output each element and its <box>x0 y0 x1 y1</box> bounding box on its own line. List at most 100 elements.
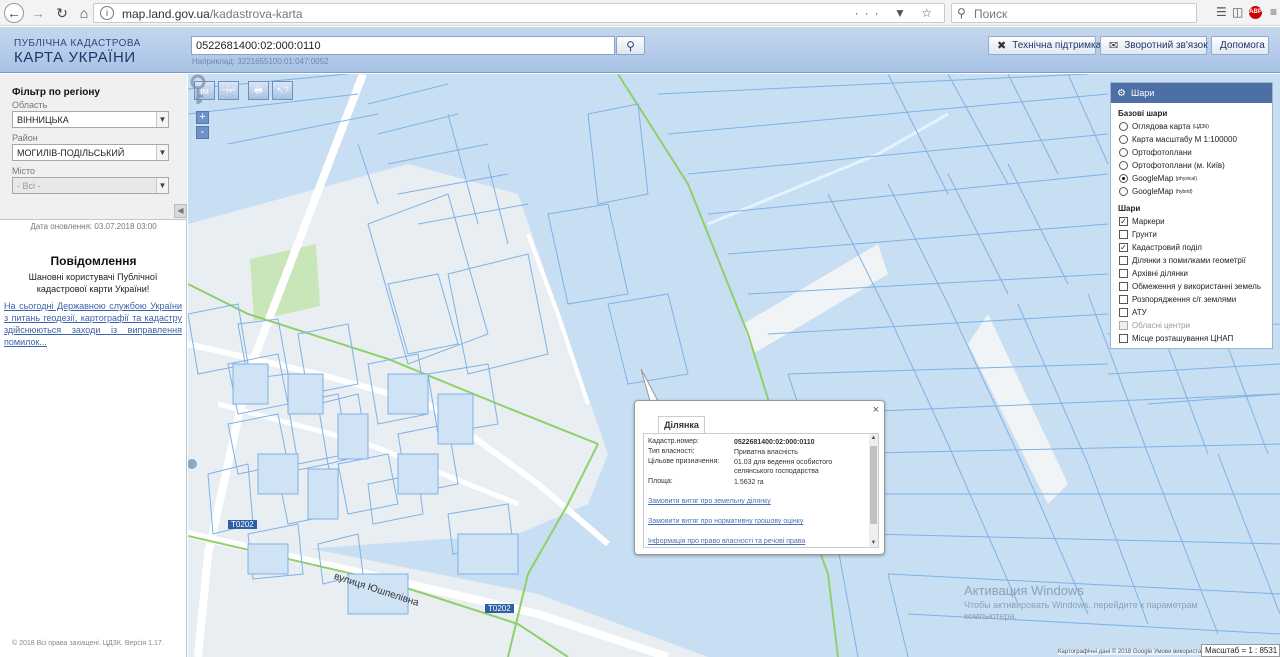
parcel-info: Кадастр.номер: 0522681400:02:000:0110 Тип… <box>643 433 879 548</box>
base-layer-orthophoto[interactable]: Ортофотоплани <box>1111 146 1272 159</box>
layer-regional-centers: Обласні центри <box>1111 319 1272 332</box>
oblast-label: Область <box>12 100 48 110</box>
search-example: Наприклад: 3221655100:01:047:0052 <box>192 57 329 66</box>
zoom-out-button[interactable]: - <box>196 126 209 139</box>
windows-activation-body: Чтобы активировать Windows, перейдите к … <box>964 600 1198 621</box>
measure-area-button[interactable]: ⊣↵ <box>218 81 239 100</box>
forward-button[interactable]: → <box>28 3 48 23</box>
help-button[interactable]: Допомога <box>1211 36 1269 55</box>
scroll-up-icon[interactable]: ▲ <box>869 435 878 441</box>
home-icon: ⌂ <box>79 5 89 21</box>
layer-agri-disposal[interactable]: Розпорядження с/г землями <box>1111 293 1272 306</box>
chevron-down-icon: ▼ <box>156 145 168 160</box>
browser-search-input[interactable]: ⚲ Поиск <box>951 3 1197 23</box>
parcel-popup: × Ділянка Кадастр.номер: 0522681400:02:00… <box>634 400 885 555</box>
envelope-icon: ✉ <box>1109 40 1119 52</box>
layer-archive[interactable]: Архівні ділянки <box>1111 267 1272 280</box>
region-filter: Фільтр по регіону Область ВІННИЦЬКА ▼ Рай… <box>0 74 187 220</box>
search-icon: ⚲ <box>626 38 635 53</box>
popup-scrollbar[interactable]: ▲ ▼ <box>869 434 878 547</box>
logo-title[interactable]: КАРТА УКРАЇНИ <box>14 49 136 66</box>
layer-cadastral-division[interactable]: ✓ Кадастровий поділ <box>1111 241 1272 254</box>
base-layer-map100k[interactable]: Карта масштабу М 1:100000 <box>1111 133 1272 146</box>
print-icon: 🖶 <box>254 84 263 95</box>
checkbox-icon <box>1119 269 1128 278</box>
order-valuation-link[interactable]: Замовити витяг про нормативну грошову оц… <box>648 518 803 525</box>
checkbox-disabled-icon <box>1119 321 1128 330</box>
library-icon[interactable]: ☰ <box>1216 5 1227 19</box>
filter-title: Фільтр по регіону <box>12 87 100 98</box>
road-label: Т0202 <box>485 604 514 613</box>
back-button[interactable]: ← <box>4 3 24 23</box>
print-button[interactable]: 🖶 <box>248 81 269 100</box>
layer-restrictions[interactable]: Обмеження у використанні земель <box>1111 280 1272 293</box>
radio-icon <box>1119 148 1128 157</box>
layer-atu[interactable]: АТУ <box>1111 306 1272 319</box>
checkbox-icon <box>1119 230 1128 239</box>
identify-button[interactable]: ↖? <box>272 81 293 100</box>
checkbox-icon <box>1119 308 1128 317</box>
tools-icon: ✖ <box>997 40 1007 52</box>
menu-icon[interactable]: ≡ <box>1270 5 1277 19</box>
reload-icon: ↻ <box>56 4 68 21</box>
map-view[interactable]: |м ⊣↵ 🖶 ↖? + - Т0202 Т0202 вулиця Юшпелі… <box>188 74 1280 657</box>
info-icon[interactable]: i <box>100 6 114 20</box>
cadastral-search-button[interactable]: ⚲ <box>616 36 645 55</box>
copyright: © 2018 Всі права захищені. ЦДЗК. Версія … <box>12 640 164 647</box>
chevron-down-icon: ▼ <box>156 112 168 127</box>
chevron-down-icon: ▼ <box>156 178 168 193</box>
layers-header[interactable]: ⚙ Шари <box>1111 83 1272 103</box>
boundary-line <box>617 74 839 657</box>
layer-soils[interactable]: Грунти <box>1111 228 1272 241</box>
tab-parcel[interactable]: Ділянка <box>658 416 705 434</box>
popup-pointer <box>640 368 659 402</box>
bookmark-star-icon[interactable]: ☆ <box>921 6 938 20</box>
update-date: Дата оновлення: 03.07.2018 03:00 <box>30 222 157 231</box>
adblock-icon[interactable]: ABP <box>1249 6 1262 19</box>
home-button[interactable]: ⌂ <box>74 3 94 23</box>
order-extract-link[interactable]: Замовити витяг про земельну ділянку <box>648 498 771 505</box>
overlay-layers-title: Шари <box>1118 204 1141 213</box>
zoom-in-button[interactable]: + <box>196 111 209 124</box>
address-bar[interactable]: i map.land.gov.ua/kadastrova-karta ··· ▼… <box>93 3 945 23</box>
layer-markers[interactable]: ✓ Маркери <box>1111 215 1272 228</box>
map-attribution[interactable]: Картографічні дані © 2018 Google Умови в… <box>1058 649 1212 655</box>
notice-link[interactable]: На сьогодні Державною службою України з … <box>4 300 182 348</box>
ownership-info-link[interactable]: Інформація про право власності та речові… <box>648 538 805 545</box>
layer-geometry-errors[interactable]: Ділянки з помилками геометрії <box>1111 254 1272 267</box>
collapse-panel-button[interactable]: ◀ <box>174 204 187 218</box>
layers-panel: ⚙ Шари Базові шари Оглядова карта (ЦДЗК) … <box>1110 82 1273 349</box>
reload-button[interactable]: ↻ <box>52 3 72 23</box>
gear-icon: ⚙ <box>1117 87 1126 99</box>
close-icon[interactable]: × <box>873 404 879 416</box>
checkbox-checked-icon: ✓ <box>1119 243 1128 252</box>
url-text[interactable]: map.land.gov.ua/kadastrova-karta <box>122 7 303 21</box>
arrow-left-icon: ← <box>7 5 21 21</box>
arrow-right-icon: → <box>31 5 45 21</box>
map-toolbar: |м ⊣↵ 🖶 ↖? <box>194 81 296 100</box>
checkbox-icon <box>1119 282 1128 291</box>
road-label: Т0202 <box>228 520 257 529</box>
more-icon[interactable]: ··· <box>855 6 885 20</box>
base-layer-google-physical[interactable]: GoogleMap (physical) <box>1111 172 1272 185</box>
key-icon <box>190 74 206 104</box>
scroll-thumb[interactable] <box>870 446 877 524</box>
feedback-button[interactable]: ✉ Зворотний зв'язок <box>1100 36 1208 55</box>
radio-selected-icon <box>1119 174 1128 183</box>
layer-cnap-location[interactable]: Місце розташування ЦНАП <box>1111 332 1272 345</box>
scroll-down-icon[interactable]: ▼ <box>869 540 878 546</box>
support-button[interactable]: ✖ Технічна підтримка <box>988 36 1101 55</box>
base-layer-orthophoto-kyiv[interactable]: Ортофотоплани (м. Київ) <box>1111 159 1272 172</box>
search-placeholder: Поиск <box>974 7 1008 21</box>
pocket-icon[interactable]: ▼ <box>894 6 912 20</box>
base-layer-google-hybrid[interactable]: GoogleMap (hybrid) <box>1111 185 1272 198</box>
area-icon: ⊣↵ <box>220 85 237 95</box>
logo-subtitle: ПУБЛІЧНА КАДАСТРОВА <box>14 38 141 49</box>
map-scale: Масштаб = 1 : 8531 <box>1201 644 1280 657</box>
sidebar-icon[interactable]: ◫ <box>1232 5 1243 19</box>
oblast-select[interactable]: ВІННИЦЬКА ▼ <box>12 111 169 128</box>
base-layer-overview[interactable]: Оглядова карта (ЦДЗК) <box>1111 120 1272 133</box>
rayon-select[interactable]: МОГИЛІВ-ПОДІЛЬСЬКИЙ ▼ <box>12 144 169 161</box>
chevron-left-icon: ◀ <box>177 206 184 215</box>
cadastral-search-input[interactable] <box>191 36 615 55</box>
